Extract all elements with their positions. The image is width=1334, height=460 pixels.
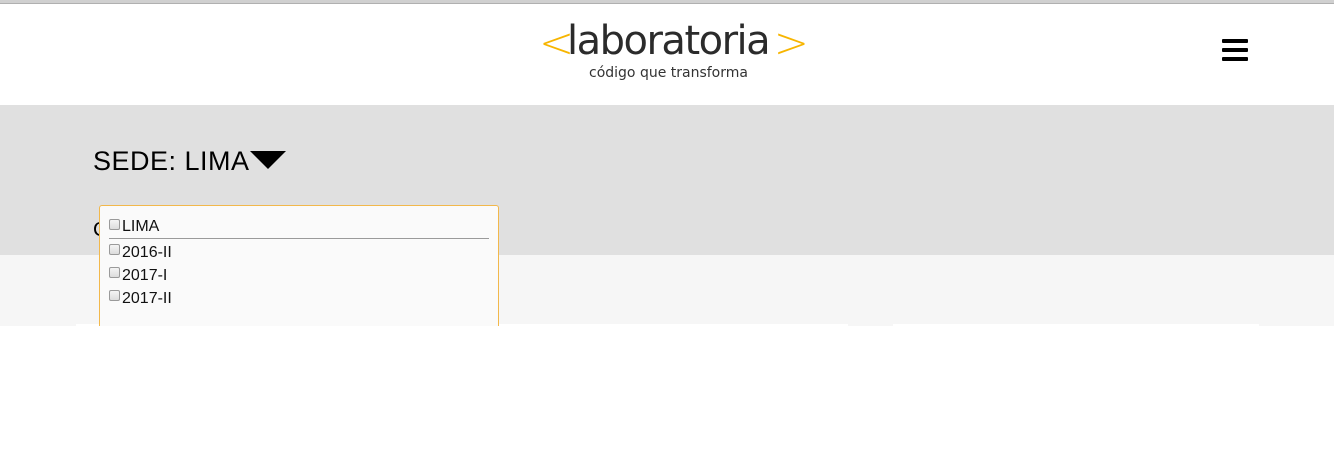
sede-label: SEDE: LIMA [93, 146, 250, 176]
page-content [0, 326, 1334, 460]
sede-option-list: LIMA 2016-II 2017-I 2017-II [100, 206, 498, 310]
option-label: 2017-II [122, 289, 172, 307]
checkbox[interactable] [109, 218, 120, 230]
option-label: 2016-II [122, 243, 172, 261]
option-2016-ii[interactable]: 2016-II [109, 241, 489, 264]
option-label: LIMA [122, 218, 160, 235]
window-top-border [0, 0, 1334, 4]
site-header: < laboratoria > código que transforma [0, 5, 1334, 105]
logo-wordmark: laboratoria [567, 18, 771, 64]
laboratoria-logo[interactable]: < laboratoria > código que transforma [539, 18, 809, 85]
sede-dropdown-toggle[interactable]: SEDE: LIMA [93, 145, 286, 177]
option-2017-i[interactable]: 2017-I [109, 264, 489, 287]
sede-dropdown-menu: LIMA 2016-II 2017-I 2017-II [99, 205, 499, 326]
option-label: 2017-I [122, 266, 168, 284]
option-lima[interactable]: LIMA [109, 216, 489, 239]
checkbox[interactable] [109, 290, 120, 301]
checkbox[interactable] [109, 244, 120, 255]
hamburger-menu-icon[interactable] [1222, 39, 1248, 61]
caret-down-icon [249, 150, 286, 169]
option-2017-ii[interactable]: 2017-II [109, 287, 489, 310]
logo-bracket-right: > [773, 18, 809, 67]
logo-tagline: código que transforma [589, 65, 748, 81]
checkbox[interactable] [109, 267, 120, 278]
